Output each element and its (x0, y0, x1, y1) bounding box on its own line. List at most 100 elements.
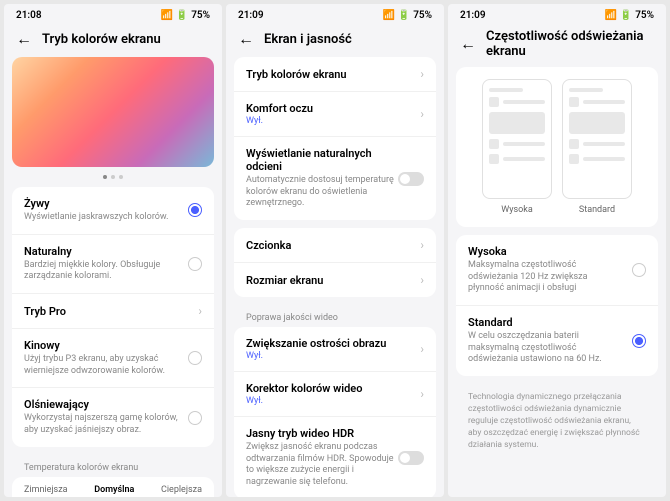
item-label: Wysoka (468, 245, 624, 258)
item-label: Olśniewający (24, 398, 180, 411)
back-icon[interactable]: ← (16, 29, 32, 49)
chevron-right-icon: › (420, 273, 424, 287)
radio-button[interactable] (632, 263, 646, 277)
list-item[interactable]: Wyświetlanie naturalnych odcieniAutomaty… (234, 137, 436, 220)
item-label: Kinowy (24, 339, 180, 352)
preview-label: Standard (579, 205, 615, 215)
item-sub: Automatycznie dostosuj temperaturę kolor… (246, 175, 398, 210)
list-item[interactable]: Rozmiar ekranu› (234, 263, 436, 297)
list-item[interactable]: Czcionka› (234, 228, 436, 263)
item-label: Tryb Pro (24, 305, 198, 318)
page-dots (12, 171, 214, 187)
item-label: Zwiększanie ostrości obrazu (246, 337, 420, 350)
item-label: Żywy (24, 197, 180, 210)
dot[interactable] (119, 175, 123, 179)
slider-warm: Cieplejsza (161, 485, 202, 495)
toggle-switch[interactable] (398, 451, 424, 465)
status-time: 21:09 (460, 10, 486, 21)
item-sub: Maksymalna częstotliwość odświeżania 120… (468, 260, 624, 295)
dot[interactable] (103, 175, 107, 179)
list-item[interactable]: Korektor kolorów wideoWył.› (234, 372, 436, 417)
page-title: Tryb kolorów ekranu (42, 32, 161, 47)
chevron-right-icon: › (420, 107, 424, 121)
phone-refresh-rate: 21:09 📶 🔋75% ← Częstotliwość odświeżania… (448, 4, 666, 497)
item-sub: Zwiększ jasność ekranu podczas odtwarzan… (246, 442, 398, 489)
status-time: 21:08 (16, 10, 42, 21)
preview-card: Wysoka Standard (456, 67, 658, 227)
header: ← Częstotliwość odświeżania ekranu (448, 23, 666, 67)
list-item[interactable]: Wysoka Maksymalna częstotliwość odświeżan… (456, 235, 658, 306)
back-icon[interactable]: ← (460, 34, 476, 54)
footer-note: Technologia dynamicznego przełączania cz… (456, 384, 658, 459)
item-label: Standard (468, 316, 624, 329)
group-1: Tryb kolorów ekranu›Komfort oczuWył.›Wyś… (234, 57, 436, 220)
list-item[interactable]: OlśniewającyWykorzystaj najszerszą gamę … (12, 388, 214, 446)
preview-box (562, 79, 632, 199)
slider-default: Domyślna (94, 485, 134, 495)
list-item[interactable]: Żywy Wyświetlanie jaskrawszych kolorów. (12, 187, 214, 235)
list-item[interactable]: Jasny tryb wideo HDRZwiększ jasność ekra… (234, 417, 436, 497)
wallpaper-preview[interactable] (12, 57, 214, 167)
item-label: Naturalny (24, 245, 180, 258)
list-item[interactable]: Zwiększanie ostrości obrazuWył.› (234, 327, 436, 372)
section-label: Temperatura kolorów ekranu (12, 455, 214, 477)
chevron-right-icon: › (420, 342, 424, 356)
section-label: Poprawa jakości wideo (234, 305, 436, 327)
preview-label: Wysoka (501, 205, 532, 215)
group-2: Czcionka›Rozmiar ekranu› (234, 228, 436, 297)
item-value: Wył. (246, 396, 420, 406)
list-item[interactable]: Tryb kolorów ekranu› (234, 57, 436, 92)
phone-display-brightness: 21:09 📶 🔋75% ← Ekran i jasność Tryb kolo… (226, 4, 444, 497)
status-bar: 21:09 📶 🔋75% (226, 4, 444, 23)
status-bar: 21:09 📶 🔋75% (448, 4, 666, 23)
item-sub: W celu oszczędzania baterii maksymalną c… (468, 331, 624, 366)
item-sub: Wyświetlanie jaskrawszych kolorów. (24, 212, 180, 224)
slider-cold: Zimniejsza (24, 485, 68, 495)
item-label: Wyświetlanie naturalnych odcieni (246, 147, 398, 173)
list-item[interactable]: Komfort oczuWył.› (234, 92, 436, 137)
list-item[interactable]: Tryb Pro› (12, 294, 214, 329)
radio-button[interactable] (632, 334, 646, 348)
content: Wysoka Standard Wysoka Maksymalna częstot… (448, 67, 666, 497)
item-label: Rozmiar ekranu (246, 274, 420, 287)
chevron-right-icon: › (420, 238, 424, 252)
slider-labels: Zimniejsza Domyślna Cieplejsza (24, 485, 202, 495)
header: ← Tryb kolorów ekranu (4, 23, 222, 57)
radio-button[interactable] (188, 351, 202, 365)
item-sub: Bardziej miękkie kolory. Obsługuje zarzą… (24, 260, 180, 283)
chevron-right-icon: › (198, 304, 202, 318)
page-title: Ekran i jasność (264, 32, 352, 47)
preview-high[interactable]: Wysoka (482, 79, 552, 215)
list-item[interactable]: Kinowy Użyj trybu P3 ekranu, aby uzyskać … (12, 329, 214, 388)
back-icon[interactable]: ← (238, 29, 254, 49)
item-label: Komfort oczu (246, 102, 420, 115)
dot[interactable] (111, 175, 115, 179)
item-label: Czcionka (246, 239, 420, 252)
content: Tryb kolorów ekranu›Komfort oczuWył.›Wyś… (226, 57, 444, 497)
radio-button[interactable] (188, 411, 202, 425)
status-icons: 📶 🔋75% (605, 10, 654, 21)
item-label: Korektor kolorów wideo (246, 382, 420, 395)
status-icons: 📶 🔋75% (161, 10, 210, 21)
phone-color-mode: 21:08 📶 🔋75% ← Tryb kolorów ekranu Żywy W… (4, 4, 222, 497)
preview-row: Wysoka Standard (456, 67, 658, 227)
preview-standard[interactable]: Standard (562, 79, 632, 215)
header: ← Ekran i jasność (226, 23, 444, 57)
item-value: Wył. (246, 351, 420, 361)
item-sub: Użyj trybu P3 ekranu, aby uzyskać wierni… (24, 354, 180, 377)
option-card: Wysoka Maksymalna częstotliwość odświeżan… (456, 235, 658, 376)
list-item[interactable]: Naturalny Bardziej miękkie kolory. Obsług… (12, 235, 214, 294)
item-value: Wył. (246, 116, 420, 126)
preview-box (482, 79, 552, 199)
radio-button[interactable] (188, 203, 202, 217)
radio-button[interactable] (188, 257, 202, 271)
group-3: Zwiększanie ostrości obrazuWył.›Korektor… (234, 327, 436, 497)
mode-card: Żywy Wyświetlanie jaskrawszych kolorów. Na… (12, 187, 214, 447)
content: Żywy Wyświetlanie jaskrawszych kolorów. Na… (4, 57, 222, 497)
status-time: 21:09 (238, 10, 264, 21)
page-title: Częstotliwość odświeżania ekranu (486, 29, 654, 59)
toggle-switch[interactable] (398, 172, 424, 186)
status-icons: 📶 🔋75% (383, 10, 432, 21)
status-bar: 21:08 📶 🔋75% (4, 4, 222, 23)
list-item[interactable]: Standard W celu oszczędzania baterii maks… (456, 306, 658, 376)
